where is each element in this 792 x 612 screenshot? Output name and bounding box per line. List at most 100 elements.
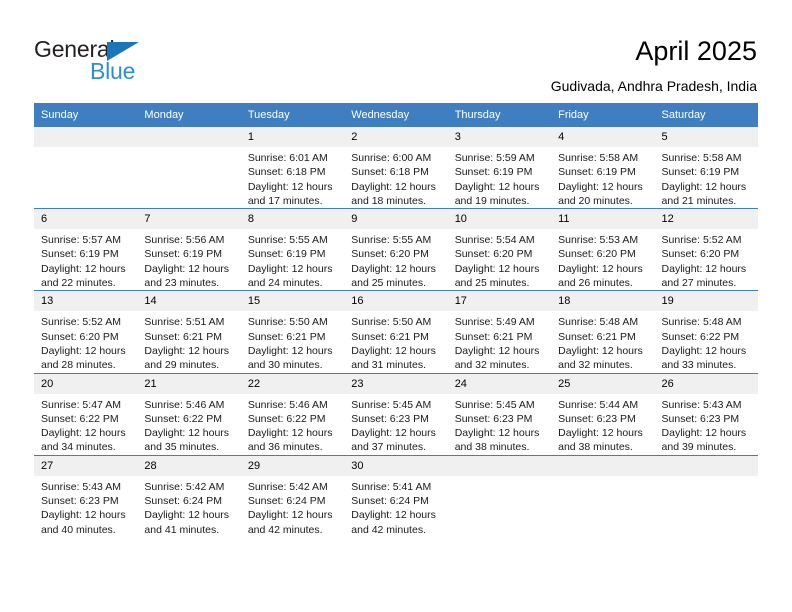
day-number: 24 [447,373,552,394]
day-details: Sunrise: 5:47 AM Sunset: 6:22 PM Daylight:… [34,394,137,455]
sunset-time: Sunset: 6:18 PM [351,166,429,179]
calendar-day-cell[interactable]: 3 Sunrise: 5:59 AM Sunset: 6:19 PM Daylight… [447,125,552,209]
calendar-day-cell[interactable]: 6 Sunrise: 5:57 AM Sunset: 6:19 PM Daylight… [34,208,138,291]
daylight-duration-line1: Daylight: 12 hours [661,262,747,275]
daylight-duration-line2: and 37 minutes. [351,441,426,454]
calendar-day-cell[interactable]: 19 Sunrise: 5:48 AM Sunset: 6:22 PM Dayligh… [654,290,758,374]
daylight-duration-line2: and 17 minutes. [247,194,323,207]
daylight-duration-line2: and 41 minutes. [144,523,220,536]
calendar-empty-cell [654,454,758,537]
calendar-day-cell[interactable]: 4 Sunrise: 5:58 AM Sunset: 6:19 PM Daylight… [551,125,655,209]
calendar-empty-cell [551,454,655,537]
calendar-day-cell[interactable]: 29 Sunrise: 5:42 AM Sunset: 6:24 PM Dayligh… [240,454,345,537]
weekday-header-sunday: Sunday [34,103,138,127]
calendar-day-cell[interactable]: 11 Sunrise: 5:53 AM Sunset: 6:20 PM Dayligh… [551,208,655,291]
day-details: Sunrise: 5:43 AM Sunset: 6:23 PM Daylight:… [655,394,758,455]
logo-text-blue: Blue [90,58,136,84]
day-details: Sunrise: 6:00 AM Sunset: 6:18 PM Daylight:… [344,147,447,208]
daylight-duration-line1: Daylight: 12 hours [558,180,643,193]
calendar-day-cell[interactable]: 12 Sunrise: 5:52 AM Sunset: 6:20 PM Dayligh… [654,208,758,291]
sunrise-time: Sunrise: 5:52 AM [41,316,121,329]
sunset-time: Sunset: 6:22 PM [41,412,119,425]
calendar-empty-cell [137,125,241,209]
page-header: General Blue April 2025 Gudivada, Andhra… [0,0,792,103]
calendar-table: Sunday Monday Tuesday Wednesday Thursday… [34,103,758,537]
day-number: 5 [654,127,758,147]
calendar-day-cell[interactable]: 16 Sunrise: 5:50 AM Sunset: 6:21 PM Dayligh… [344,290,448,374]
calendar-day-cell[interactable]: 8 Sunrise: 5:55 AM Sunset: 6:19 PM Daylight… [240,208,345,291]
calendar-day-cell[interactable]: 30 Sunrise: 5:41 AM Sunset: 6:24 PM Dayligh… [344,454,448,537]
daylight-duration-line1: Daylight: 12 hours [454,427,540,440]
daylight-duration-line1: Daylight: 12 hours [661,344,747,357]
calendar-day-cell[interactable]: 14 Sunrise: 5:51 AM Sunset: 6:21 PM Dayligh… [137,290,241,374]
day-number: 3 [447,127,552,147]
day-details: Sunrise: 5:50 AM Sunset: 6:21 PM Daylight:… [241,311,344,372]
sunset-time: Sunset: 6:23 PM [661,412,740,425]
daylight-duration-line1: Daylight: 12 hours [661,427,747,440]
calendar-day-cell[interactable]: 24 Sunrise: 5:45 AM Sunset: 6:23 PM Dayligh… [447,372,552,456]
calendar-day-cell[interactable]: 1 Sunrise: 6:01 AM Sunset: 6:18 PM Daylight… [240,125,345,209]
day-details: Sunrise: 5:53 AM Sunset: 6:20 PM Daylight:… [551,229,654,290]
calendar-day-cell[interactable]: 10 Sunrise: 5:54 AM Sunset: 6:20 PM Dayligh… [447,208,552,291]
calendar-day-cell[interactable]: 27 Sunrise: 5:43 AM Sunset: 6:23 PM Dayligh… [34,454,138,537]
day-number: 30 [344,455,448,476]
daylight-duration-line1: Daylight: 12 hours [351,427,436,440]
sunrise-time: Sunrise: 5:54 AM [454,234,535,247]
weekday-header-monday: Monday [137,103,241,127]
calendar-day-cell[interactable]: 5 Sunrise: 5:58 AM Sunset: 6:19 PM Daylight… [654,125,758,209]
calendar-day-cell[interactable]: 28 Sunrise: 5:42 AM Sunset: 6:24 PM Dayligh… [137,454,241,537]
day-number: 6 [34,209,138,230]
calendar-week-row: 20 Sunrise: 5:47 AM Sunset: 6:22 PM Dayligh… [34,372,758,456]
weekday-header-wednesday: Wednesday [344,103,448,127]
sunset-time: Sunset: 6:19 PM [247,248,326,261]
daylight-duration-line2: and 25 minutes. [351,277,426,290]
day-details: Sunrise: 5:48 AM Sunset: 6:21 PM Daylight:… [551,311,654,372]
sunrise-time: Sunrise: 5:53 AM [558,234,639,247]
sunrise-time: Sunrise: 6:01 AM [247,152,328,164]
calendar-day-cell[interactable]: 18 Sunrise: 5:48 AM Sunset: 6:21 PM Dayligh… [551,290,655,374]
sunset-time: Sunset: 6:24 PM [247,495,326,508]
sunset-time: Sunset: 6:18 PM [247,166,326,179]
daylight-duration-line2: and 24 minutes. [247,277,323,290]
day-number: 9 [344,209,448,230]
day-details: Sunrise: 5:55 AM Sunset: 6:20 PM Daylight:… [344,229,447,290]
page-title: April 2025 [635,36,757,66]
calendar-day-cell[interactable]: 25 Sunrise: 5:44 AM Sunset: 6:23 PM Dayligh… [551,372,655,456]
calendar-day-cell[interactable]: 17 Sunrise: 5:49 AM Sunset: 6:21 PM Dayligh… [447,290,552,374]
day-number: 8 [240,209,345,230]
daylight-duration-line2: and 35 minutes. [144,441,220,454]
calendar-day-cell[interactable]: 15 Sunrise: 5:50 AM Sunset: 6:21 PM Dayligh… [240,290,345,374]
sunset-time: Sunset: 6:20 PM [41,330,119,343]
day-number: 7 [137,209,241,230]
daylight-duration-line2: and 31 minutes. [351,359,426,372]
daylight-duration-line2: and 18 minutes. [351,194,426,207]
daylight-duration-line2: and 34 minutes. [41,441,116,454]
daylight-duration-line2: and 25 minutes. [454,277,530,290]
calendar-day-cell[interactable]: 21 Sunrise: 5:46 AM Sunset: 6:22 PM Dayligh… [137,372,241,456]
weekday-header-thursday: Thursday [447,103,552,127]
generalblue-logo[interactable]: General Blue [34,36,214,84]
sunset-time: Sunset: 6:24 PM [144,495,223,508]
sunrise-time: Sunrise: 5:59 AM [454,152,535,164]
calendar-day-cell[interactable]: 23 Sunrise: 5:45 AM Sunset: 6:23 PM Dayligh… [344,372,448,456]
day-details: Sunrise: 5:42 AM Sunset: 6:24 PM Daylight:… [137,476,240,537]
calendar-day-cell[interactable]: 20 Sunrise: 5:47 AM Sunset: 6:22 PM Dayligh… [34,372,138,456]
daylight-duration-line2: and 28 minutes. [41,359,116,372]
calendar-body: 1 Sunrise: 6:01 AM Sunset: 6:18 PM Daylight… [34,125,758,537]
calendar-day-cell[interactable]: 7 Sunrise: 5:56 AM Sunset: 6:19 PM Daylight… [137,208,241,291]
calendar-day-cell[interactable]: 9 Sunrise: 5:55 AM Sunset: 6:20 PM Daylight… [344,208,448,291]
calendar-day-cell[interactable]: 22 Sunrise: 5:46 AM Sunset: 6:22 PM Dayligh… [240,372,345,456]
sunrise-time: Sunrise: 5:41 AM [351,480,432,493]
sunset-time: Sunset: 6:23 PM [41,495,119,508]
daylight-duration-line1: Daylight: 12 hours [351,262,436,275]
calendar-day-cell[interactable]: 26 Sunrise: 5:43 AM Sunset: 6:23 PM Dayligh… [654,372,758,456]
sunset-time: Sunset: 6:23 PM [351,412,429,425]
calendar-day-cell[interactable]: 13 Sunrise: 5:52 AM Sunset: 6:20 PM Dayligh… [34,290,138,374]
sunset-time: Sunset: 6:20 PM [558,248,636,261]
day-number: 26 [654,373,758,394]
page-subtitle-location: Gudivada, Andhra Pradesh, India [550,78,757,94]
calendar-day-cell[interactable]: 2 Sunrise: 6:00 AM Sunset: 6:18 PM Daylight… [344,125,448,209]
daylight-duration-line1: Daylight: 12 hours [41,262,126,275]
daylight-duration-line1: Daylight: 12 hours [247,509,333,522]
daylight-duration-line1: Daylight: 12 hours [454,344,540,357]
